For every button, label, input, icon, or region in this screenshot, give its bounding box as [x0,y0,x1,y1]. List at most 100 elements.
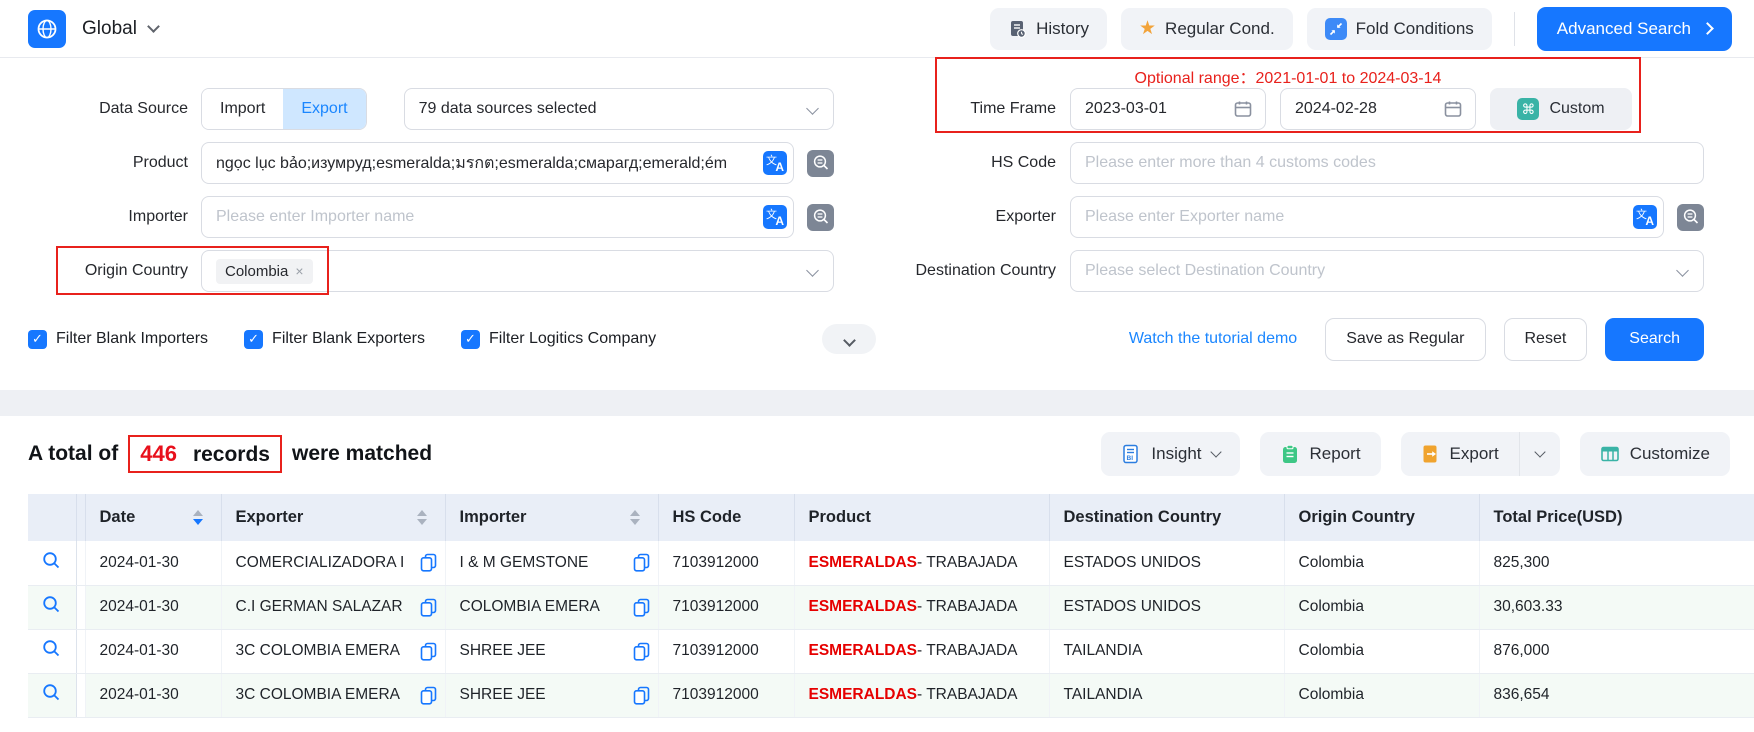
data-sources-select[interactable]: 79 data sources selected [404,88,834,130]
customize-label: Customize [1630,444,1710,464]
origin-country-select[interactable]: Colombia × [201,250,834,292]
product-keyword-highlight: ESMERALDAS [809,686,918,703]
translate-icon[interactable]: 文A [763,151,787,175]
export-options-button[interactable] [1519,432,1560,476]
product-cell: ESMERALDAS- TRABAJADA [794,585,1049,629]
table-row[interactable]: 2024-01-30 COMERCIALIZADORA I I & M GEMS… [28,541,1754,585]
row-detail-cell[interactable] [28,541,76,585]
report-label: Report [1310,444,1361,464]
time-frame-label: Time Frame [898,100,1056,118]
view-detail-icon[interactable] [41,682,62,703]
hs-code-cell: 7103912000 [658,585,794,629]
exporter-cell: 3C COLOMBIA EMERA [221,629,445,673]
exact-match-icon[interactable] [1677,204,1704,231]
history-label: History [1036,19,1089,39]
sort-icon[interactable] [417,510,427,525]
results-header: A total of 446 records were matched BI I… [0,416,1754,476]
exporter-label: Exporter [898,208,1056,226]
custom-label: Custom [1549,100,1604,118]
copy-icon[interactable] [633,553,650,572]
view-detail-icon[interactable] [41,638,62,659]
star-icon: ★ [1139,19,1156,38]
row-gap-cell [76,629,85,673]
exact-match-icon[interactable] [807,150,834,177]
regular-cond-button[interactable]: ★ Regular Cond. [1121,8,1293,50]
reset-button[interactable]: Reset [1504,318,1588,361]
checkbox-checked-icon: ✓ [28,330,47,349]
custom-range-button[interactable]: ⌘ Custom [1490,88,1632,130]
row-gap-cell [76,541,85,585]
table-row[interactable]: 2024-01-30 3C COLOMBIA EMERA SHREE JEE 7… [28,629,1754,673]
exporter-cell: C.I GERMAN SALAZAR [221,585,445,629]
header-importer[interactable]: Importer [445,494,658,541]
view-detail-icon[interactable] [41,594,62,615]
translate-icon[interactable]: 文A [763,205,787,229]
collapse-conditions-button[interactable] [822,324,876,354]
data-source-label: Data Source [18,100,188,118]
copy-icon[interactable] [420,553,437,572]
importer-cell: SHREE JEE [445,629,658,673]
origin-country-cell: Colombia [1284,673,1479,717]
history-button[interactable]: History [990,8,1107,50]
end-date-value: 2024-02-28 [1295,100,1377,118]
fold-conditions-button[interactable]: Fold Conditions [1307,8,1492,50]
insight-icon: BI [1121,444,1141,464]
product-input[interactable] [201,142,794,184]
product-cell: ESMERALDAS- TRABAJADA [794,541,1049,585]
copy-icon[interactable] [420,686,437,705]
table-row[interactable]: 2024-01-30 3C COLOMBIA EMERA SHREE JEE 7… [28,673,1754,717]
advanced-search-label: Advanced Search [1557,19,1691,39]
row-detail-cell[interactable] [28,629,76,673]
copy-icon[interactable] [633,642,650,661]
filter-logistics-company-checkbox[interactable]: ✓ Filter Logitics Company [461,330,656,349]
origin-country-cell: Colombia [1284,585,1479,629]
start-date-input[interactable]: 2023-03-01 [1070,88,1266,130]
row-detail-cell[interactable] [28,585,76,629]
importer-input[interactable] [201,196,794,238]
tutorial-demo-link[interactable]: Watch the tutorial demo [1129,330,1297,348]
advanced-search-button[interactable]: Advanced Search [1537,7,1732,51]
search-button[interactable]: Search [1605,318,1704,361]
exact-match-icon[interactable] [807,204,834,231]
sort-icon[interactable] [630,510,640,525]
row-gap-cell [76,673,85,717]
import-toggle[interactable]: Import [202,89,283,129]
globe-icon [35,17,59,41]
translate-icon[interactable]: 文A [1633,205,1657,229]
save-as-regular-button[interactable]: Save as Regular [1325,318,1485,361]
header-destination-country: Destination Country [1049,494,1284,541]
close-icon[interactable]: × [295,263,303,279]
report-button[interactable]: Report [1260,432,1381,476]
row-detail-cell[interactable] [28,673,76,717]
chevron-down-icon[interactable] [147,20,160,33]
end-date-input[interactable]: 2024-02-28 [1280,88,1476,130]
header-date[interactable]: Date [85,494,221,541]
insight-button[interactable]: BI Insight [1101,432,1239,476]
export-toggle[interactable]: Export [283,89,365,129]
hs-code-input[interactable] [1070,142,1704,184]
export-icon [1421,444,1440,464]
copy-icon[interactable] [633,598,650,617]
sort-icon[interactable] [193,510,203,525]
customize-button[interactable]: Customize [1580,432,1730,476]
filter-blank-exporters-checkbox[interactable]: ✓ Filter Blank Exporters [244,330,425,349]
exporter-input[interactable] [1070,196,1664,238]
copy-icon[interactable] [420,642,437,661]
date-cell: 2024-01-30 [85,629,221,673]
top-bar: Global History ★ Regular Cond. [0,0,1754,58]
destination-country-cell: TAILANDIA [1049,673,1284,717]
filter-left-column: Data Source Import Export 79 data source… [18,88,898,304]
optional-range-text: Optional range：2021-01-01 to 2024-03-14 [937,64,1639,88]
export-button[interactable]: Export [1401,432,1519,476]
header-exporter[interactable]: Exporter [221,494,445,541]
table-row[interactable]: 2024-01-30 C.I GERMAN SALAZAR COLOMBIA E… [28,585,1754,629]
results-suffix: were matched [292,442,432,466]
view-detail-icon[interactable] [41,550,62,571]
command-icon: ⌘ [1517,98,1539,120]
arrow-right-icon [1701,22,1714,35]
app-logo [28,10,66,48]
copy-icon[interactable] [420,598,437,617]
copy-icon[interactable] [633,686,650,705]
destination-country-select[interactable]: Please select Destination Country [1070,250,1704,292]
filter-blank-importers-checkbox[interactable]: ✓ Filter Blank Importers [28,330,208,349]
